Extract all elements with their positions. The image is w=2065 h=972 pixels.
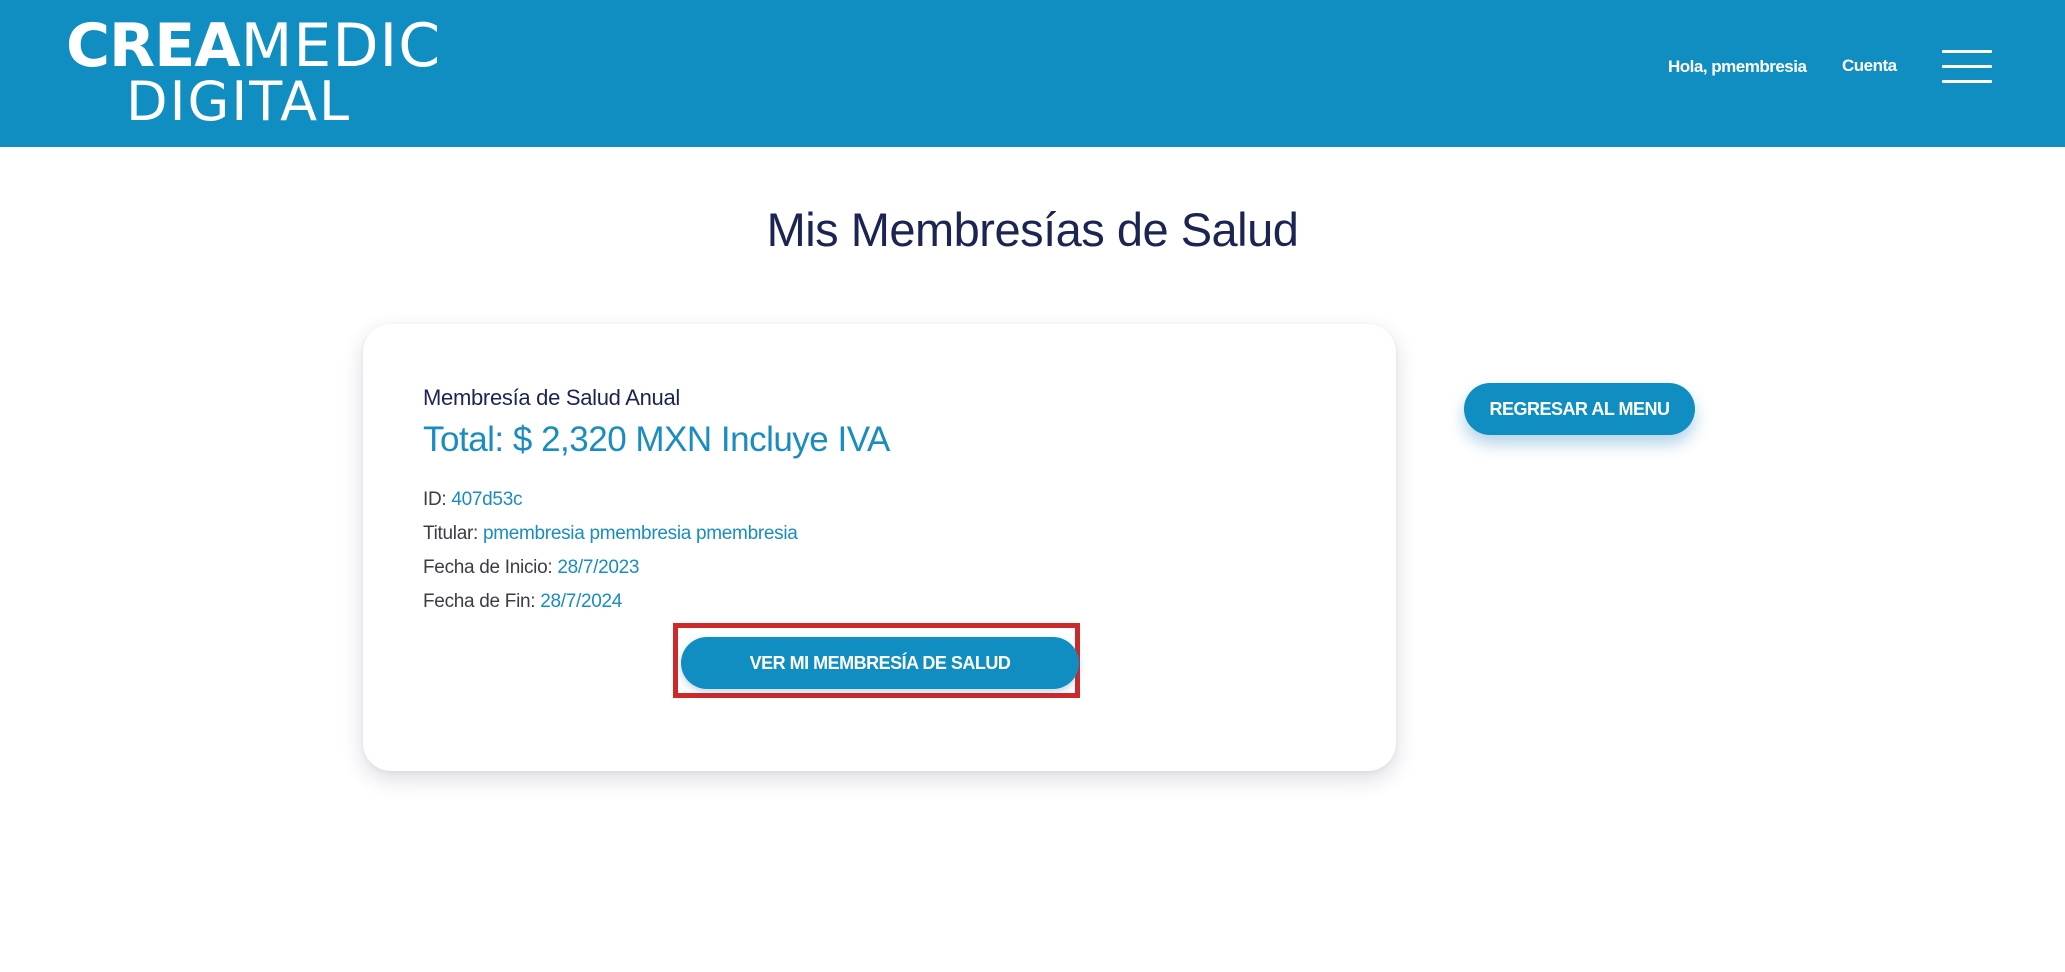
membership-start-date-label: Fecha de Inicio: xyxy=(423,557,558,578)
membership-end-date-row: Fecha de Fin: 28/7/2024 xyxy=(423,591,622,613)
membership-plan-name: Membresía de Salud Anual xyxy=(423,385,680,410)
page-title: Mis Membresías de Salud xyxy=(766,203,1299,256)
back-to-menu-button[interactable]: REGRESAR AL MENU xyxy=(1464,383,1695,435)
membership-holder-value: pmembresia pmembresia pmembresia xyxy=(482,523,798,544)
membership-id-row: ID: 407d53c xyxy=(423,489,522,511)
membership-id-label: ID: xyxy=(423,489,452,510)
membership-holder-row: Titular: pmembresia pmembresia pmembresi… xyxy=(423,523,798,545)
logo-wordmark-top: CREAMEDIC xyxy=(66,14,441,78)
hamburger-line xyxy=(1942,80,1992,83)
membership-total-price: Total: $ 2,320 MXN Incluye IVA xyxy=(423,420,890,459)
membership-start-date-value: 28/7/2023 xyxy=(557,557,640,578)
membership-id-value: 407d53c xyxy=(451,489,523,510)
logo-digital-text: DIGITAL xyxy=(126,70,352,133)
membership-holder-label: Titular: xyxy=(423,523,483,544)
membership-end-date-value: 28/7/2024 xyxy=(540,591,623,612)
membership-start-date-row: Fecha de Inicio: 28/7/2023 xyxy=(423,557,639,579)
membership-card: Membresía de Salud Anual Total: $ 2,320 … xyxy=(363,324,1396,771)
top-navigation-bar: CREAMEDIC DIGITAL Hola, pmembresia Cuent… xyxy=(0,0,2065,147)
hamburger-line xyxy=(1942,65,1992,68)
user-greeting: Hola, pmembresia xyxy=(1668,57,1807,76)
hamburger-line xyxy=(1942,50,1992,53)
hamburger-menu-icon[interactable] xyxy=(1942,48,1992,86)
view-membership-button[interactable]: VER MI MEMBRESÍA DE SALUD xyxy=(681,637,1079,689)
account-link[interactable]: Cuenta xyxy=(1842,56,1897,76)
membership-end-date-label: Fecha de Fin: xyxy=(423,591,541,612)
